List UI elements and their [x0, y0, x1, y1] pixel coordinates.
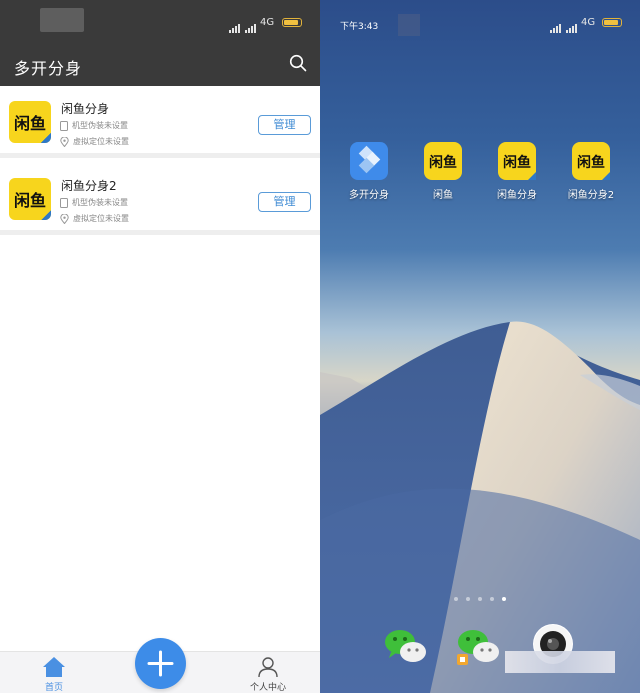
device-status-row: 机型伪装未设置: [60, 120, 128, 131]
clone-name: 闲鱼分身: [61, 102, 110, 116]
status-time: 下午3:43: [340, 22, 379, 32]
svg-text:闲鱼: 闲鱼: [503, 154, 531, 171]
app-label: 闲鱼分身2: [567, 190, 615, 201]
plus-icon: [147, 650, 174, 677]
phone-icon: [60, 120, 68, 131]
clone-card[interactable]: 闲鱼 闲鱼分身2 机型伪装未设置 虚拟定位未设置 管理: [0, 165, 320, 235]
screen: 4G 多开分身 闲鱼 闲鱼分身 机型伪装未设置 虚拟定位未设置 管理 闲鱼 闲鱼…: [0, 0, 640, 693]
xianyu-clone2-app-icon[interactable]: 闲鱼: [572, 142, 610, 180]
battery-icon: [602, 18, 622, 27]
dock-blur: [505, 651, 615, 673]
location-pin-icon: [60, 136, 69, 147]
app-label: 闲鱼分身: [497, 190, 537, 201]
network-type: 4G: [260, 17, 275, 28]
svg-text:闲鱼: 闲鱼: [429, 154, 457, 171]
status-blur: [40, 8, 84, 32]
location-status-row: 虚拟定位未设置: [60, 213, 129, 224]
manage-button[interactable]: 管理: [258, 192, 311, 212]
nav-home[interactable]: 首页: [36, 654, 72, 693]
wallpaper: [320, 321, 640, 693]
wechat-icon[interactable]: [383, 626, 429, 666]
add-clone-button[interactable]: [135, 638, 186, 689]
search-icon[interactable]: [289, 54, 307, 72]
app-header: 4G 多开分身: [0, 0, 320, 86]
page-dot[interactable]: [490, 597, 494, 601]
clone-app-screen: 4G 多开分身 闲鱼 闲鱼分身 机型伪装未设置 虚拟定位未设置 管理 闲鱼 闲鱼…: [0, 0, 320, 693]
nav-home-label: 首页: [44, 683, 63, 693]
page-dot[interactable]: [454, 597, 458, 601]
home-icon: [43, 657, 65, 677]
wechat-clone-icon[interactable]: [456, 626, 502, 666]
svg-text:闲鱼: 闲鱼: [577, 154, 605, 171]
xianyu-app-icon: 闲鱼: [9, 101, 51, 143]
xianyu-app-icon[interactable]: 闲鱼: [424, 142, 462, 180]
signal-icon: [229, 18, 241, 37]
signal-icon: [550, 18, 562, 37]
status-blur: [398, 14, 420, 36]
phone-icon: [60, 197, 68, 208]
nav-profile-label: 个人中心: [249, 683, 286, 693]
logo-text: 闲鱼: [14, 114, 46, 133]
page-title: 多开分身: [14, 59, 83, 78]
device-status-row: 机型伪装未设置: [60, 197, 128, 208]
xianyu-app-icon: 闲鱼: [9, 178, 51, 220]
app-label: 多开分身: [349, 190, 389, 201]
location-status: 虚拟定位未设置: [73, 137, 129, 146]
xianyu-clone-app-icon[interactable]: 闲鱼: [498, 142, 536, 180]
page-dot-active[interactable]: [502, 597, 506, 601]
location-status-row: 虚拟定位未设置: [60, 136, 129, 147]
network-type: 4G: [581, 17, 596, 28]
signal-icon-2: [245, 18, 257, 37]
battery-icon: [282, 18, 302, 27]
signal-icon-2: [566, 18, 578, 37]
logo-text: 闲鱼: [14, 191, 46, 210]
manage-button[interactable]: 管理: [258, 115, 311, 135]
clone-name: 闲鱼分身2: [61, 179, 117, 193]
user-icon: [258, 657, 278, 678]
home-screen: 下午3:43 4G 多开分身 闲鱼 闲鱼 闲鱼 闲鱼分身 闲鱼 闲鱼分身2: [320, 0, 640, 693]
multi-clone-app-icon[interactable]: [350, 142, 388, 180]
page-dot[interactable]: [478, 597, 482, 601]
device-status: 机型伪装未设置: [72, 198, 128, 207]
location-pin-icon: [60, 213, 69, 224]
page-indicator: [454, 597, 506, 601]
app-label: 闲鱼: [433, 190, 453, 201]
clone-card[interactable]: 闲鱼 闲鱼分身 机型伪装未设置 虚拟定位未设置 管理: [0, 88, 320, 158]
location-status: 虚拟定位未设置: [73, 214, 129, 223]
device-status: 机型伪装未设置: [72, 121, 128, 130]
page-dot[interactable]: [466, 597, 470, 601]
nav-profile[interactable]: 个人中心: [248, 654, 288, 693]
